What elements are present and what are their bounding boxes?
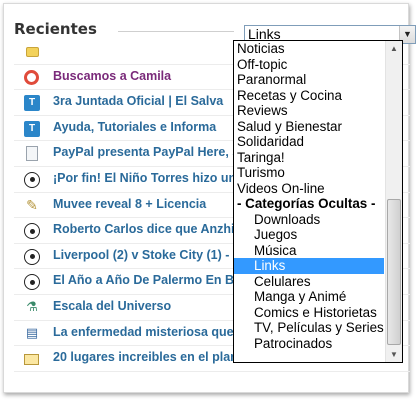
recent-post-link[interactable]: Roberto Carlos dice que Anzhi qu — [53, 222, 253, 236]
t-badge-icon: T — [24, 120, 40, 137]
dropdown-option[interactable]: Paranormal — [234, 72, 384, 88]
recent-post-link[interactable]: Liverpool (2) v Stoke City (1) - FA — [53, 248, 249, 262]
dropdown-option[interactable]: Noticias — [234, 41, 384, 57]
dropdown-option[interactable]: Recetas y Cocina — [234, 88, 384, 104]
panel-header: Recientes Links ▼ — [14, 18, 416, 44]
dropdown-option[interactable]: Celulares — [234, 274, 384, 290]
pushpin-icon: ✎ — [26, 197, 38, 214]
scroll-up-icon[interactable]: ▲ — [387, 41, 401, 56]
dropdown-option[interactable]: Reviews — [234, 103, 384, 119]
scroll-down-icon[interactable]: ▼ — [387, 347, 401, 362]
scroll-thumb[interactable] — [387, 199, 401, 345]
recent-post-link[interactable]: PayPal presenta PayPal Here, s — [53, 145, 239, 159]
dropdown-option[interactable]: Juegos — [234, 227, 384, 243]
recent-post-link[interactable]: Ayuda, Tutoriales e Informa — [53, 120, 216, 134]
book-icon: ▤ — [25, 325, 39, 341]
soccer-ball-icon — [24, 274, 40, 291]
dropdown-option[interactable]: TV, Películas y Series — [234, 320, 384, 336]
dropdown-option[interactable]: Música — [234, 243, 384, 259]
dropdown-option[interactable]: Patrocinados — [234, 336, 384, 352]
recent-post-link[interactable]: 20 lugares increibles en el planeta — [53, 350, 256, 364]
dropdown-option[interactable]: Downloads — [234, 212, 384, 228]
dropdown-option[interactable]: Comics e Historietas — [234, 305, 384, 321]
dropdown-option[interactable]: Salud y Bienestar — [234, 119, 384, 135]
image-icon — [24, 354, 39, 366]
recent-post-link[interactable]: La enfermedad misteriosa que s — [53, 325, 244, 339]
t-badge-icon: T — [24, 95, 40, 112]
recent-post-link[interactable]: Buscamos a Camila — [53, 69, 171, 83]
header-divider — [118, 31, 234, 32]
dropdown-option[interactable]: Turismo — [234, 165, 384, 181]
flask-icon: ⚗ — [26, 299, 38, 315]
soccer-ball-icon — [24, 248, 40, 265]
panel-title: Recientes — [14, 20, 97, 38]
recent-post-link[interactable]: Escala del Universo — [53, 299, 171, 313]
dropdown-option[interactable]: Off-topic — [234, 57, 384, 73]
recent-post-link[interactable]: Muvee reveal 8 + Licencia — [53, 197, 206, 211]
recent-post-link[interactable]: 3ra Juntada Oficial | El Salva — [53, 94, 223, 108]
soccer-ball-icon — [24, 171, 40, 188]
folder-icon — [26, 47, 39, 57]
dropdown-scrollbar[interactable]: ▲ ▼ — [385, 41, 402, 362]
category-dropdown-list[interactable]: Noticias Off-topic Paranormal Recetas y Coc… — [233, 40, 403, 363]
dropdown-option[interactable]: Links — [234, 258, 384, 274]
recent-post-link[interactable]: ¡Por fin! El Niño Torres hizo un g — [53, 171, 247, 185]
dropdown-option[interactable]: Solidaridad — [234, 134, 384, 150]
dropdown-option[interactable]: Taringa! — [234, 150, 384, 166]
dropdown-option[interactable]: Videos On-line — [234, 181, 384, 197]
lifebuoy-icon — [24, 69, 39, 85]
dropdown-option[interactable]: Manga y Animé — [234, 289, 384, 305]
dropdown-group-label: - Categorías Ocultas - — [237, 196, 376, 211]
dropdown-options: Noticias Off-topic Paranormal Recetas y Coc… — [234, 41, 402, 351]
document-icon — [26, 146, 38, 162]
recent-post-link[interactable]: El Año a Año De Palermo En Boc — [53, 273, 249, 287]
soccer-ball-icon — [24, 223, 40, 240]
